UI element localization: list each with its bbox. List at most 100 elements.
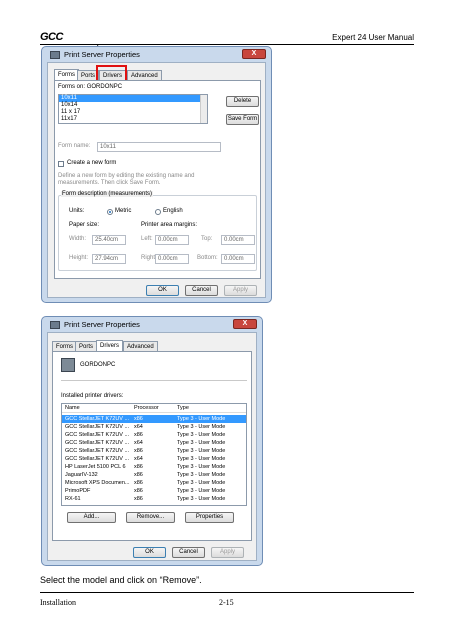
height-label: Height: [69,255,89,261]
table-cell: Microsoft XPS Documen... [65,480,130,486]
instruction-caption: Select the model and click on “Remove”. [40,575,202,585]
forms-list[interactable]: 10x11 10x14 11 x 17 11x17 [58,94,208,124]
table-cell: x86 [134,416,143,422]
delete-button[interactable]: Delete [226,96,259,107]
tab-forms[interactable]: Forms [52,341,77,351]
table-cell: Type 3 - User Mode [177,424,226,430]
tab-advanced[interactable]: Advanced [123,341,158,351]
table-row[interactable]: GCC StellarJET K72UV ... x86 Type 3 - User… [62,447,246,455]
width-field[interactable]: 25.40cm [92,235,126,245]
remove-driver-button[interactable]: Remove... [126,512,175,523]
list-item[interactable]: 11x17 [59,116,207,123]
table-cell: GCC StellarJET K72UV ... [65,432,130,438]
table-row[interactable]: GCC StellarJET K72UV ... x86 Type 3 - User… [62,431,246,439]
create-new-form-label: Create a new form [67,160,117,166]
table-cell: Type 3 - User Mode [177,496,226,502]
left-margin-field[interactable]: 0.00cm [155,235,189,245]
form-name-label: Form name: [58,143,91,149]
table-row[interactable]: JaguarIV-132 x86 Type 3 - User Mode [62,471,246,479]
form-name-field[interactable]: 10x11 [97,142,221,152]
table-cell: Type 3 - User Mode [177,464,226,470]
forms-tab-panel: Forms on: GORDONPC 10x11 10x14 11 x 17 1… [54,80,261,279]
column-type[interactable]: Type [177,405,189,411]
printer-server-icon [61,358,75,372]
table-header: Name Processor Type [62,404,246,413]
height-field[interactable]: 27.94cm [92,254,126,264]
gcc-logo: GCC [40,31,63,43]
list-scrollbar[interactable] [200,95,207,123]
table-cell: x64 [134,456,143,462]
tab-advanced[interactable]: Advanced [127,70,162,80]
dialog-client-area: Forms Ports Drivers Advanced GORDONPC In… [47,332,257,561]
apply-button[interactable]: Apply [224,285,257,296]
table-cell: x64 [134,424,143,430]
table-row[interactable]: PrimoPDF x86 Type 3 - User Mode [62,487,246,495]
table-row[interactable]: Microsoft XPS Documen... x86 Type 3 - User… [62,479,246,487]
table-cell: PrimoPDF [65,488,91,494]
document-title: Expert 24 User Manual [332,33,414,42]
list-item[interactable]: 11 x 17 [59,109,207,116]
installed-drivers-label: Installed printer drivers: [61,393,124,399]
drivers-table[interactable]: Name Processor Type GCC StellarJET K72UV… [61,403,247,506]
apply-button[interactable]: Apply [211,547,244,558]
list-item[interactable]: 10x14 [59,102,207,109]
table-cell: RX-61 [65,496,81,502]
create-new-form-checkbox[interactable] [58,161,64,167]
add-driver-button[interactable]: Add... [67,512,116,523]
cancel-button[interactable]: Cancel [172,547,205,558]
divider [61,380,247,381]
table-cell: x86 [134,496,143,502]
printer-icon [50,50,60,59]
metric-label: Metric [115,208,132,214]
table-cell: x86 [134,448,143,454]
printer-icon [50,320,60,329]
table-cell: GCC StellarJET K72UV ... [65,424,130,430]
print-server-properties-window-drivers: Print Server Properties X Forms Ports Dr… [41,316,263,566]
metric-radio[interactable] [107,209,113,215]
table-row[interactable]: GCC StellarJET K72UV ... x64 Type 3 - User… [62,439,246,447]
page-number: 2-15 [219,598,234,607]
table-cell: HP LaserJet 5100 PCL 6 [65,464,126,470]
server-name: GORDONPC [80,362,116,368]
properties-button[interactable]: Properties [185,512,234,523]
list-item[interactable]: 10x11 [59,95,207,102]
drivers-tab-panel: GORDONPC Installed printer drivers: Name… [52,351,252,541]
english-label: English [163,208,183,214]
column-processor[interactable]: Processor [134,405,159,411]
units-label: Units: [69,208,85,214]
column-name[interactable]: Name [65,405,80,411]
window-titlebar: Print Server Properties [50,320,140,329]
top-margin-label: Top: [201,236,213,242]
close-button[interactable]: X [242,49,266,59]
table-cell: Type 3 - User Mode [177,480,226,486]
table-row[interactable]: GCC StellarJET K72UV ... x86 Type 3 - User… [62,415,246,423]
table-cell: Type 3 - User Mode [177,440,226,446]
save-form-button[interactable]: Save Form [226,114,259,125]
table-cell: x86 [134,432,143,438]
table-cell: Type 3 - User Mode [177,448,226,454]
table-cell: Type 3 - User Mode [177,456,226,462]
paper-size-label: Paper size: [69,222,100,228]
top-margin-field[interactable]: 0.00cm [221,235,255,245]
bottom-margin-field[interactable]: 0.00cm [221,254,255,264]
tab-ports[interactable]: Ports [75,341,98,351]
table-cell: x86 [134,488,143,494]
table-cell: x64 [134,440,143,446]
ok-button[interactable]: OK [146,285,179,296]
table-cell: x86 [134,472,143,478]
footer-section: Installation [40,598,76,607]
table-row[interactable]: GCC StellarJET K72UV ... x64 Type 3 - User… [62,423,246,431]
english-radio[interactable] [155,209,161,215]
right-margin-field[interactable]: 0.00cm [155,254,189,264]
cancel-button[interactable]: Cancel [185,285,218,296]
window-title: Print Server Properties [64,50,140,59]
close-button[interactable]: X [233,319,257,329]
window-titlebar: Print Server Properties [50,50,140,59]
table-row[interactable]: GCC StellarJET K72UV ... x64 Type 3 - User… [62,455,246,463]
table-cell: Type 3 - User Mode [177,488,226,494]
ok-button[interactable]: OK [133,547,166,558]
table-row[interactable]: RX-61 x86 Type 3 - User Mode [62,495,246,503]
forms-on-label: Forms on: GORDONPC [58,84,123,90]
table-row[interactable]: HP LaserJet 5100 PCL 6 x86 Type 3 - User M… [62,463,246,471]
left-margin-label: Left: [141,236,153,242]
